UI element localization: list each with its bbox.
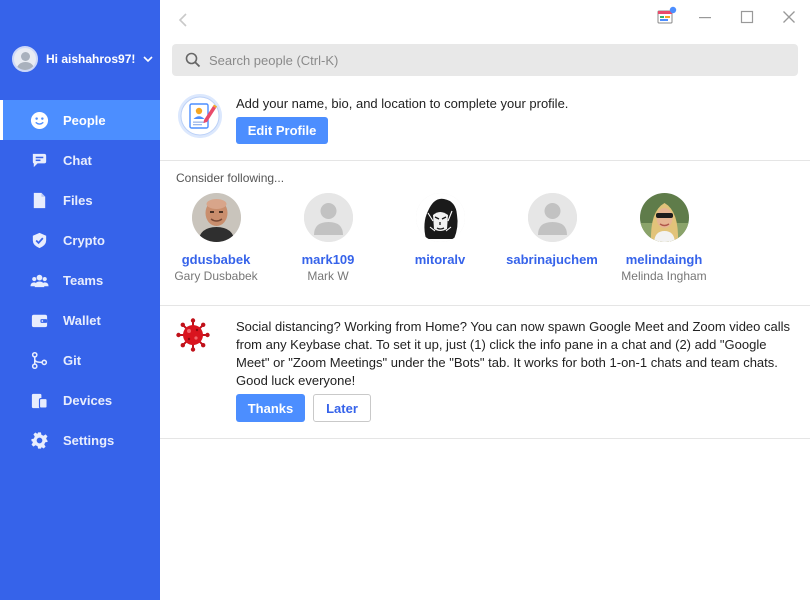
maximize-button[interactable] (726, 6, 768, 28)
app-status-icon[interactable] (656, 6, 678, 26)
file-icon (29, 190, 49, 210)
sidebar-item-label: Crypto (63, 232, 105, 248)
sidebar-item-wallet[interactable]: Wallet (0, 300, 160, 340)
person-avatar (639, 193, 689, 242)
sidebar-item-label: Settings (63, 432, 115, 448)
suggested-person[interactable]: melindaingh Melinda Ingham (608, 193, 720, 283)
sidebar-item-label: Teams (63, 272, 104, 288)
bot-announcement-card: Social distancing? Working from Home? Yo… (160, 306, 810, 439)
person-username: mitoralv (414, 252, 466, 267)
search-icon (185, 52, 201, 68)
person-username: gdusbabek (181, 252, 251, 267)
suggested-person[interactable]: mark109 Mark W (272, 193, 384, 283)
shield-icon (29, 230, 49, 250)
person-username: mark109 (301, 252, 355, 267)
minimize-icon (699, 17, 711, 19)
profile-prompt-text: Add your name, bio, and location to comp… (236, 96, 569, 111)
virus-icon (176, 318, 210, 352)
close-icon (783, 11, 795, 23)
thanks-button[interactable]: Thanks (236, 394, 305, 422)
maximize-icon (740, 10, 754, 24)
sidebar-item-teams[interactable]: Teams (0, 260, 160, 300)
sidebar-item-devices[interactable]: Devices (0, 380, 160, 420)
person-username: melindaingh (625, 252, 703, 267)
close-button[interactable] (768, 6, 810, 28)
git-icon (29, 350, 49, 370)
person-full-name: Gary Dusbabek (174, 269, 258, 283)
sidebar-item-files[interactable]: Files (0, 180, 160, 220)
back-arrow-icon[interactable] (176, 11, 190, 29)
user-avatar (12, 46, 38, 72)
sidebar-item-settings[interactable]: Settings (0, 420, 160, 460)
announcement-text: Social distancing? Working from Home? Yo… (236, 319, 791, 388)
person-username: sabrinajuchem (506, 252, 598, 267)
suggested-person[interactable]: mitoralv (384, 193, 496, 269)
suggested-person[interactable]: sabrinajuchem (496, 193, 608, 269)
sidebar-nav: People Chat Files Crypto Teams Wallet Gi… (0, 100, 160, 460)
edit-profile-button[interactable]: Edit Profile (236, 117, 328, 144)
window-controls (684, 6, 810, 28)
later-button[interactable]: Later (313, 394, 371, 422)
user-greeting: Hi aishahros97! (46, 52, 136, 66)
account-switcher[interactable]: Hi aishahros97! (12, 46, 153, 72)
wallet-icon (29, 310, 49, 330)
sidebar: Hi aishahros97! People Chat Files Crypto… (0, 0, 160, 600)
minimize-button[interactable] (684, 6, 726, 28)
sidebar-item-crypto[interactable]: Crypto (0, 220, 160, 260)
search-bar[interactable] (172, 44, 798, 76)
sidebar-item-label: Chat (63, 152, 92, 168)
consider-following-title: Consider following... (176, 171, 285, 185)
sidebar-item-label: Devices (63, 392, 113, 408)
team-icon (29, 270, 49, 290)
smiley-icon (29, 110, 49, 130)
sidebar-item-chat[interactable]: Chat (0, 140, 160, 180)
person-avatar (303, 193, 353, 242)
person-avatar (415, 193, 465, 242)
person-avatar (191, 193, 241, 242)
chat-icon (29, 150, 49, 170)
suggested-person[interactable]: gdusbabek Gary Dusbabek (160, 193, 272, 283)
person-full-name: Mark W (307, 269, 349, 283)
sidebar-item-label: Wallet (63, 312, 101, 328)
profile-edit-icon (178, 94, 222, 138)
consider-following-section: Consider following... gdusbabek Gary Dus… (160, 161, 810, 306)
sidebar-item-people[interactable]: People (0, 100, 160, 140)
sidebar-item-label: People (63, 112, 106, 128)
search-input[interactable] (209, 52, 769, 68)
gear-icon (29, 430, 49, 450)
profile-prompt-card: Add your name, bio, and location to comp… (160, 80, 810, 161)
chevron-down-icon (143, 56, 153, 63)
person-avatar (527, 193, 577, 242)
devices-icon (29, 390, 49, 410)
person-full-name: Melinda Ingham (621, 269, 707, 283)
sidebar-item-label: Git (63, 352, 82, 368)
sidebar-item-label: Files (63, 192, 93, 208)
sidebar-item-git[interactable]: Git (0, 340, 160, 380)
